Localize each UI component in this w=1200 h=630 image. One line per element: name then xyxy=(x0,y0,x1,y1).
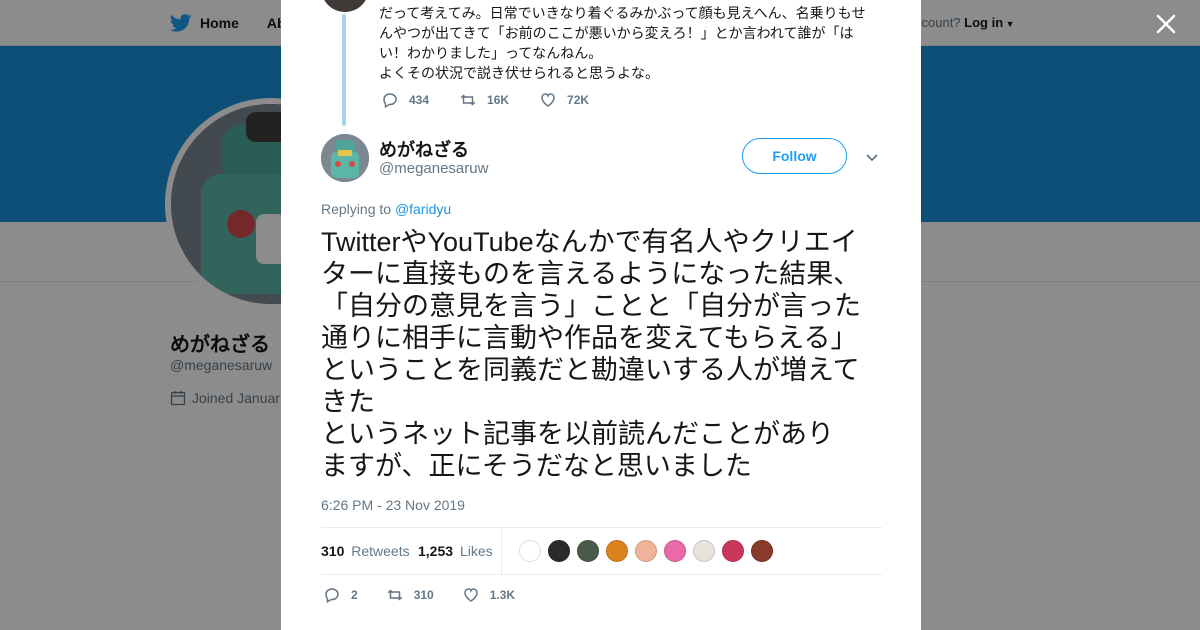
robot-mascot-icon xyxy=(321,134,369,182)
context-reply-button[interactable]: 434 xyxy=(381,91,429,109)
context-tweet-text: だって考えてみ。日常でいきなり着ぐるみかぶって顔も見えへん、名乗りもせ んやつが… xyxy=(379,5,866,81)
context-like-button[interactable]: 72K xyxy=(539,91,589,109)
context-retweet-count: 16K xyxy=(487,93,510,107)
retweet-icon xyxy=(387,589,402,601)
like-button[interactable]: 1.3K xyxy=(462,586,515,604)
liker-avatar[interactable] xyxy=(575,538,601,564)
replying-prefix: Replying to xyxy=(321,201,392,217)
tweet-stats: 310 Retweets 1,253 Likes xyxy=(321,527,882,575)
close-icon[interactable] xyxy=(1152,10,1180,38)
retweets-label: Retweets xyxy=(351,543,410,559)
context-like-count: 72K xyxy=(567,93,590,107)
follow-button[interactable]: Follow xyxy=(742,138,847,174)
retweet-count: 310 xyxy=(413,588,434,602)
retweet-total: 310 xyxy=(321,543,345,559)
heart-icon xyxy=(463,588,478,602)
context-reply-count: 434 xyxy=(409,93,430,107)
chevron-down-icon[interactable] xyxy=(863,148,881,166)
tweet-timestamp[interactable]: 6:26 PM - 23 Nov 2019 xyxy=(321,497,465,513)
liker-avatar[interactable] xyxy=(517,538,543,564)
replying-to: Replying to @faridyu xyxy=(321,201,451,217)
retweet-icon xyxy=(460,94,476,106)
replying-to-link[interactable]: @faridyu xyxy=(395,201,451,217)
liker-avatar[interactable] xyxy=(691,538,717,564)
liker-avatar[interactable] xyxy=(604,538,630,564)
heart-icon xyxy=(541,93,555,107)
reply-icon xyxy=(383,93,397,109)
liker-avatar[interactable] xyxy=(546,538,572,564)
thread-connector-line xyxy=(342,14,346,126)
context-retweet-button[interactable]: 16K xyxy=(459,91,509,109)
likes-stat[interactable]: 1,253 Likes xyxy=(418,543,493,559)
likes-label: Likes xyxy=(459,543,493,559)
author-handle[interactable]: @meganesaruw xyxy=(379,160,488,177)
author-avatar[interactable] xyxy=(321,134,369,182)
reply-count: 2 xyxy=(351,588,358,602)
tweet-text: TwitterやYouTubeなんかで有名人やクリエイ ターに直接ものを言えるよ… xyxy=(321,227,861,481)
retweet-button[interactable]: 310 xyxy=(386,586,434,604)
liker-avatar[interactable] xyxy=(720,538,746,564)
liker-avatar[interactable] xyxy=(749,538,775,564)
context-tweet-avatar[interactable] xyxy=(321,0,369,12)
liker-avatars xyxy=(517,538,778,564)
stats-divider xyxy=(501,528,502,575)
liker-avatar[interactable] xyxy=(662,538,688,564)
tweet-actions: 2 310 1.3K xyxy=(323,586,543,604)
retweets-stat[interactable]: 310 Retweets xyxy=(321,543,410,559)
like-count: 1.3K xyxy=(489,588,516,602)
author-name[interactable]: めがねざる xyxy=(379,136,469,162)
reply-button[interactable]: 2 xyxy=(323,586,358,604)
reply-icon xyxy=(325,588,339,604)
like-total: 1,253 xyxy=(418,543,454,559)
context-tweet-actions: 434 16K 72K xyxy=(381,91,619,109)
tweet-modal: だって考えてみ。日常でいきなり着ぐるみかぶって顔も見えへん、名乗りもせ んやつが… xyxy=(281,0,921,630)
liker-avatar[interactable] xyxy=(633,538,659,564)
